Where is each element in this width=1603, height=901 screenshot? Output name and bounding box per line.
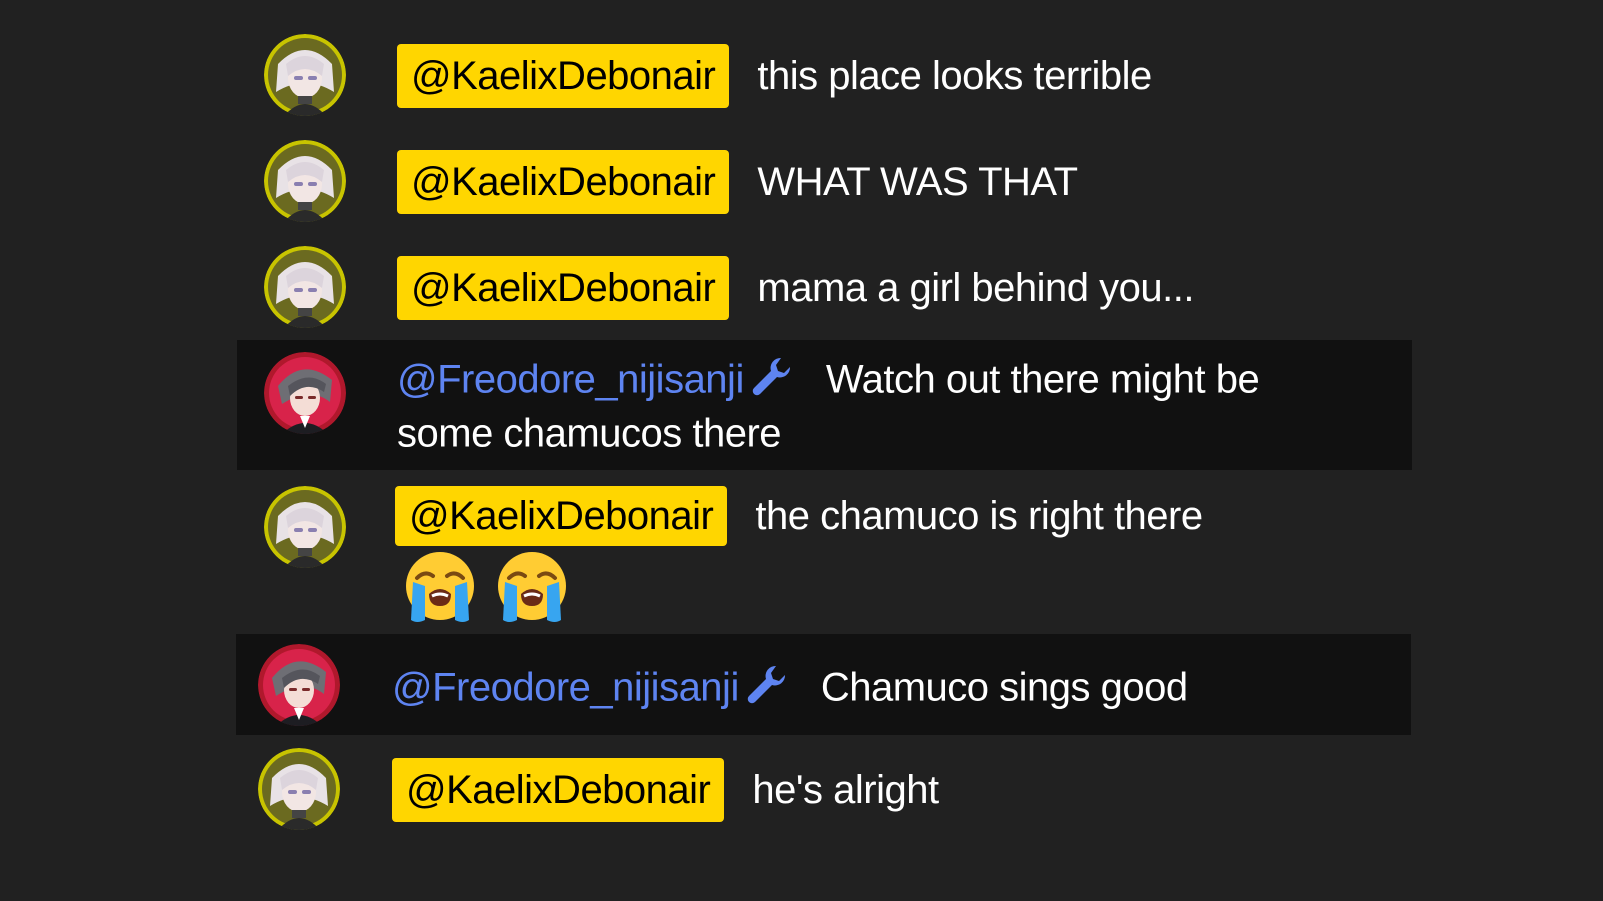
avatar[interactable] xyxy=(264,246,346,328)
message-text: mama a girl behind you... xyxy=(757,266,1194,310)
chat-message-highlighted: @Freodore_nijisanji Watch out there might… xyxy=(237,340,1412,470)
avatar-image xyxy=(264,486,346,568)
message-text: WHAT WAS THAT xyxy=(757,160,1078,204)
avatar-image xyxy=(264,246,346,328)
chat-message: @KaelixDebonair this place looks terrible xyxy=(237,26,1412,126)
author-name-owner[interactable]: @KaelixDebonair xyxy=(395,486,728,546)
avatar[interactable] xyxy=(264,486,346,568)
avatar[interactable] xyxy=(258,644,340,726)
avatar[interactable] xyxy=(264,34,346,116)
loudly-crying-face-icon xyxy=(493,548,571,626)
message-text: this place looks terrible xyxy=(757,54,1152,98)
chat-message: @KaelixDebonair he's alright xyxy=(236,742,1411,842)
message-text-continued: some chamucos there xyxy=(397,411,782,456)
author-name-owner[interactable]: @KaelixDebonair xyxy=(397,44,730,108)
avatar[interactable] xyxy=(264,140,346,222)
author-name-moderator[interactable]: @Freodore_nijisanji xyxy=(397,357,744,401)
author-name-moderator[interactable]: @Freodore_nijisanji xyxy=(392,665,739,709)
author-name-owner[interactable]: @KaelixDebonair xyxy=(397,150,730,214)
avatar-image xyxy=(264,140,346,222)
message-text: Watch out there might be xyxy=(825,357,1260,402)
chat-message: @KaelixDebonair the chamuco is right ther… xyxy=(237,476,1412,632)
author-name-owner[interactable]: @KaelixDebonair xyxy=(392,758,725,822)
avatar-image xyxy=(264,34,346,116)
chat-message: @KaelixDebonair WHAT WAS THAT xyxy=(237,132,1412,232)
avatar[interactable] xyxy=(264,352,346,434)
message-text: he's alright xyxy=(752,768,939,812)
wrench-icon xyxy=(743,661,791,709)
message-text: Chamuco sings good xyxy=(820,665,1188,710)
avatar-image xyxy=(258,644,340,726)
avatar-image xyxy=(264,352,346,434)
message-text: the chamuco is right there xyxy=(755,494,1203,538)
author-name-owner[interactable]: @KaelixDebonair xyxy=(397,256,730,320)
avatar-image xyxy=(258,748,340,830)
live-chat-feed: @KaelixDebonair this place looks terrible… xyxy=(0,0,1603,901)
chat-message-highlighted: @Freodore_nijisanji Chamuco sings good xyxy=(236,634,1411,735)
loudly-crying-face-icon xyxy=(401,548,479,626)
avatar[interactable] xyxy=(258,748,340,830)
wrench-icon xyxy=(748,353,796,401)
chat-message: @KaelixDebonair mama a girl behind you... xyxy=(237,238,1412,338)
